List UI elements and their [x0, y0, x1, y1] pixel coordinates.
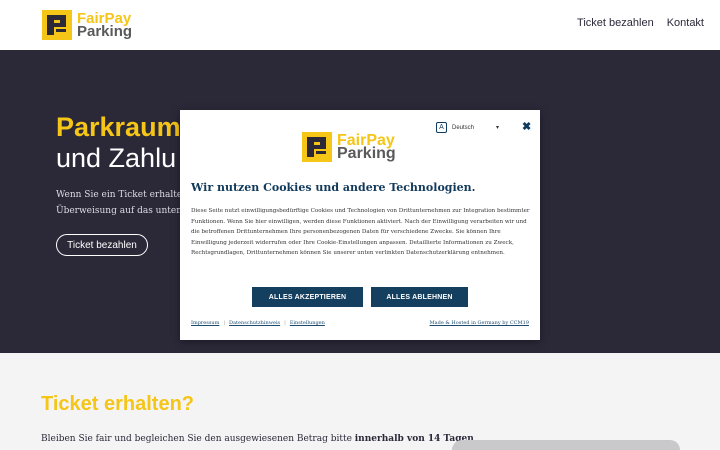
cookie-footer-links: Impressum | Datenschutzhinweis | Einstel… — [191, 320, 325, 326]
ticket-text-prefix: Bleiben Sie fair und begleichen Sie den … — [41, 434, 355, 444]
cookie-dialog-title: Wir nutzen Cookies und andere Technologi… — [191, 181, 476, 194]
close-icon[interactable]: ✖ — [522, 120, 531, 133]
hero-title: Parkraum und Zahlu — [56, 112, 181, 174]
language-selector[interactable]: A Deutsch ▾ — [436, 122, 499, 133]
hero-ticket-button[interactable]: Ticket bezahlen — [56, 234, 148, 256]
einstellungen-link[interactable]: Einstellungen — [290, 320, 325, 326]
logo-text: FairPay Parking — [77, 11, 133, 40]
modal-logo-line2: Parking — [337, 145, 396, 162]
hero-title-line1: Parkraum — [56, 112, 181, 142]
modal-logo-text: FairPay Parking — [337, 133, 396, 162]
cookie-consent-dialog: A Deutsch ▾ ✖ FairPay Parking Wir nutzen… — [180, 110, 540, 340]
footer-separator: | — [223, 320, 226, 326]
impressum-link[interactable]: Impressum — [191, 320, 219, 326]
ticket-section-text: Bleiben Sie fair und begleichen Sie den … — [41, 434, 474, 444]
logo-mark-icon — [302, 132, 332, 162]
main-nav: Ticket bezahlen Kontakt — [577, 17, 704, 29]
site-header: FairPay Parking Ticket bezahlen Kontakt — [0, 0, 720, 50]
hero-title-line2: und Zahlu — [56, 143, 177, 173]
logo-line2: Parking — [77, 23, 133, 40]
nav-kontakt[interactable]: Kontakt — [667, 17, 704, 29]
language-label: Deutsch — [452, 124, 475, 131]
cookie-dialog-body: Diese Seite nutzt einwilligungsbedürftig… — [191, 208, 530, 257]
chevron-down-icon: ▾ — [496, 125, 500, 131]
modal-logo: FairPay Parking — [302, 132, 396, 162]
datenschutz-link[interactable]: Datenschutzhinweis — [229, 320, 280, 326]
reject-all-button[interactable]: ALLES ABLEHNEN — [371, 287, 468, 307]
accept-all-button[interactable]: ALLES AKZEPTIEREN — [252, 287, 363, 307]
hero-text-line2: Überweisung auf das unten an — [56, 206, 196, 216]
made-by-link[interactable]: Made & Hosted in Germany by CCM19 — [430, 320, 529, 326]
site-logo[interactable]: FairPay Parking — [42, 8, 132, 42]
nav-ticket-bezahlen[interactable]: Ticket bezahlen — [577, 17, 654, 29]
hero-text-line1: Wenn Sie ein Ticket erhalten h — [56, 190, 196, 200]
language-icon: A — [436, 122, 447, 133]
footer-separator: | — [284, 320, 286, 326]
logo-mark-icon — [42, 10, 72, 40]
hero-text: Wenn Sie ein Ticket erhalten h Überweisu… — [56, 187, 196, 219]
ticket-card — [452, 440, 680, 450]
ticket-section-title: Ticket erhalten? — [41, 393, 195, 415]
